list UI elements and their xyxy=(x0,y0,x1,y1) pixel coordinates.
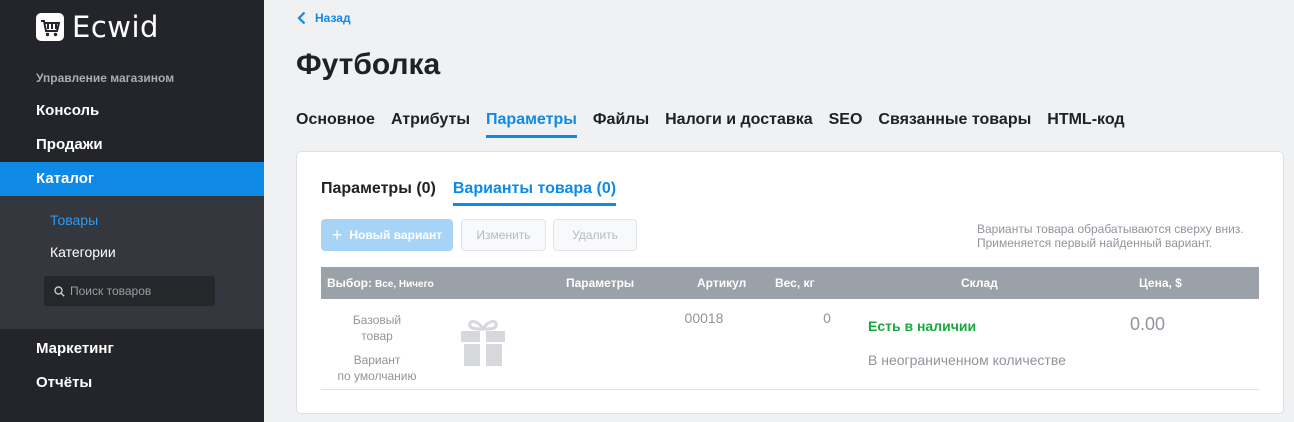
sidebar-section-title: Управление магазином xyxy=(36,71,175,85)
sidebar-search[interactable] xyxy=(44,276,215,306)
subtab-variants[interactable]: Варианты товара (0) xyxy=(452,180,617,206)
delete-button[interactable]: Удалить xyxy=(553,219,637,251)
search-icon xyxy=(54,285,65,297)
chevron-left-icon xyxy=(297,11,306,25)
sidebar-item-marketing[interactable]: Маркетинг xyxy=(0,332,264,366)
plus-icon: + xyxy=(331,225,343,245)
sidebar-subitem-categories[interactable]: Категории xyxy=(50,244,116,260)
variants-card: Параметры (0) Варианты товара (0) + Новы… xyxy=(296,151,1284,414)
tab-general[interactable]: Основное xyxy=(296,111,375,138)
page-title: Футболка xyxy=(296,48,441,81)
sidebar-item-catalog[interactable]: Каталог xyxy=(0,162,264,196)
tab-html-code[interactable]: HTML-код xyxy=(1047,111,1124,138)
new-variant-button[interactable]: + Новый вариант xyxy=(321,219,453,251)
sidebar-item-reports[interactable]: Отчёты xyxy=(0,366,264,400)
price-value[interactable]: 0.00 xyxy=(1130,314,1165,335)
column-options: Параметры xyxy=(566,276,635,290)
sidebar-item-console[interactable]: Консоль xyxy=(0,94,264,128)
gift-icon xyxy=(460,317,506,372)
back-link[interactable]: Назад xyxy=(297,11,351,25)
variant-label-line1: Вариант xyxy=(353,353,401,367)
stock-quantity: В неограниченном количестве xyxy=(868,352,1066,368)
card-subtabs: Параметры (0) Варианты товара (0) xyxy=(321,180,633,206)
product-search-input[interactable] xyxy=(70,284,210,298)
tab-attributes[interactable]: Атрибуты xyxy=(391,111,470,138)
back-label: Назад xyxy=(315,11,351,25)
tab-related-products[interactable]: Связанные товары xyxy=(878,111,1031,138)
sidebar-subitem-products[interactable]: Товары xyxy=(50,212,98,228)
weight-value: 0 xyxy=(823,310,831,326)
logo[interactable]: Ecwid xyxy=(36,10,159,44)
product-tabs: Основное Атрибуты Параметры Файлы Налоги… xyxy=(296,111,1141,138)
base-product-label: Базовый товар xyxy=(321,312,433,344)
base-label-line2: товар xyxy=(361,329,393,343)
edit-button[interactable]: Изменить xyxy=(461,219,546,251)
tab-seo[interactable]: SEO xyxy=(829,111,863,138)
base-label-line1: Базовый xyxy=(352,313,402,327)
column-price: Цена, $ xyxy=(1139,276,1182,290)
sidebar: Ecwid Управление магазином Консоль Прода… xyxy=(0,0,264,422)
stock-status[interactable]: Есть в наличии xyxy=(868,318,976,334)
tab-tax-shipping[interactable]: Налоги и доставка xyxy=(665,111,813,138)
logo-text: Ecwid xyxy=(72,10,159,44)
select-options[interactable]: Все, Ничего xyxy=(375,279,434,290)
select-control[interactable]: Выбор: Все, Ничего xyxy=(327,276,434,290)
sidebar-item-sales[interactable]: Продажи xyxy=(0,128,264,162)
default-variant-label: Вариант по умолчанию xyxy=(321,352,433,384)
tab-options[interactable]: Параметры xyxy=(486,111,577,138)
subtab-options[interactable]: Параметры (0) xyxy=(321,180,436,206)
column-sku: Артикул xyxy=(697,276,747,290)
new-variant-label: Новый вариант xyxy=(349,228,443,242)
cart-logo-icon xyxy=(36,13,64,41)
table-row[interactable]: Базовый товар Вариант по умолчанию 00018… xyxy=(321,300,1259,390)
table-header: Выбор: Все, Ничего Параметры Артикул Вес,… xyxy=(321,267,1259,299)
variant-label-line2: по умолчанию xyxy=(337,369,417,383)
catalog-submenu: Товары Категории xyxy=(0,196,264,329)
column-stock: Склад xyxy=(961,276,998,290)
variants-hint: Варианты товара обрабатываются сверху вн… xyxy=(977,222,1244,250)
tab-files[interactable]: Файлы xyxy=(593,111,649,138)
select-label: Выбор: xyxy=(327,276,372,290)
sku-value: 00018 xyxy=(684,310,724,326)
column-weight: Вес, кг xyxy=(775,276,815,290)
